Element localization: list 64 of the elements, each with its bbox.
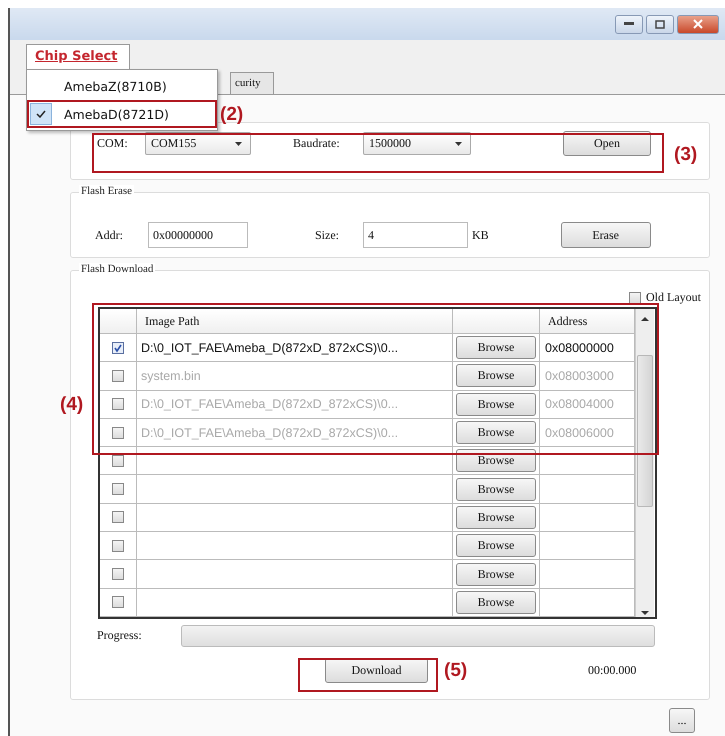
menu-item[interactable]: AmebaZ(8710B) — [27, 72, 217, 100]
table-cell: system.bin — [137, 362, 453, 391]
browse-button[interactable]: Browse — [456, 590, 536, 614]
check-icon — [36, 110, 46, 118]
elapsed-time: 00:00.000 — [588, 662, 636, 678]
annotation-label: (2) — [220, 104, 244, 126]
close-button[interactable] — [677, 14, 719, 34]
more-button[interactable]: ... — [669, 708, 695, 733]
open-button[interactable]: Open — [563, 131, 651, 156]
checkbox[interactable] — [112, 511, 124, 524]
size-field[interactable]: 4 — [363, 222, 468, 248]
checkbox[interactable] — [112, 454, 124, 467]
old-layout-label: Old Layout — [646, 290, 701, 305]
table-cell: D:\0_IOT_FAE\Ameba_D(872xD_872xCS)\0... — [137, 334, 453, 362]
checkbox[interactable] — [629, 292, 641, 304]
browse-button[interactable]: Browse — [456, 392, 536, 416]
column-header: Address — [540, 309, 635, 334]
browse-button[interactable]: Browse — [456, 336, 536, 360]
tab[interactable]: curity — [230, 72, 274, 94]
browse-button[interactable]: Browse — [456, 478, 536, 501]
checkbox[interactable] — [112, 483, 124, 496]
scroll-thumb[interactable] — [637, 354, 653, 507]
progress-label: Progress: — [97, 628, 143, 644]
dropdown-arrow-icon — [235, 142, 242, 146]
baudrate-dropdown[interactable]: 1500000 — [363, 132, 471, 155]
checkbox[interactable] — [112, 370, 124, 382]
scrollbar[interactable] — [635, 309, 654, 617]
table-cell: D:\0_IOT_FAE\Ameba_D(872xD_872xCS)\0... — [137, 418, 453, 448]
com-port-dropdown[interactable]: COM155 — [145, 132, 251, 155]
group-title: Flash Download — [79, 263, 156, 275]
download-button[interactable]: Download — [325, 658, 428, 683]
browse-button[interactable]: Browse — [456, 364, 536, 388]
checkbox[interactable] — [112, 596, 124, 608]
checkbox[interactable] — [112, 398, 124, 410]
erase-button[interactable]: Erase — [560, 222, 651, 248]
checkbox[interactable] — [112, 426, 124, 439]
checkbox[interactable] — [112, 540, 124, 552]
addr-label: Addr: — [95, 228, 124, 242]
annotation-label: (3) — [674, 144, 698, 166]
browse-button[interactable]: Browse — [456, 421, 536, 444]
dropdown-arrow-icon — [455, 142, 462, 146]
menu-item[interactable]: AmebaD(8721D) — [27, 100, 217, 128]
com-label: COM: — [97, 136, 129, 151]
maximize-button[interactable] — [646, 14, 674, 34]
table-cell: D:\0_IOT_FAE\Ameba_D(872xD_872xCS)\0... — [137, 390, 453, 419]
minimize-icon — [624, 22, 634, 26]
browse-button[interactable]: Browse — [456, 562, 536, 586]
column-header: Image Path — [137, 309, 453, 334]
maximize-icon — [655, 20, 665, 28]
size-label: Size: — [315, 228, 340, 242]
browse-button[interactable]: Browse — [456, 449, 536, 472]
annotation-label: (4) — [60, 394, 84, 416]
size-unit: KB — [472, 228, 489, 242]
menu-title[interactable]: Chip Select — [26, 44, 130, 70]
checkbox[interactable] — [112, 568, 124, 580]
annotation-label: (5) — [444, 660, 468, 682]
browse-button[interactable]: Browse — [456, 506, 536, 529]
checkbox[interactable] — [112, 342, 124, 354]
browse-button[interactable]: Browse — [456, 534, 536, 558]
address-field[interactable]: 0x00000000 — [148, 222, 248, 248]
close-icon — [693, 19, 703, 29]
minimize-button[interactable] — [615, 14, 643, 34]
group-title: Flash Erase — [79, 185, 134, 197]
baudrate-label: Baudrate: — [293, 136, 341, 151]
